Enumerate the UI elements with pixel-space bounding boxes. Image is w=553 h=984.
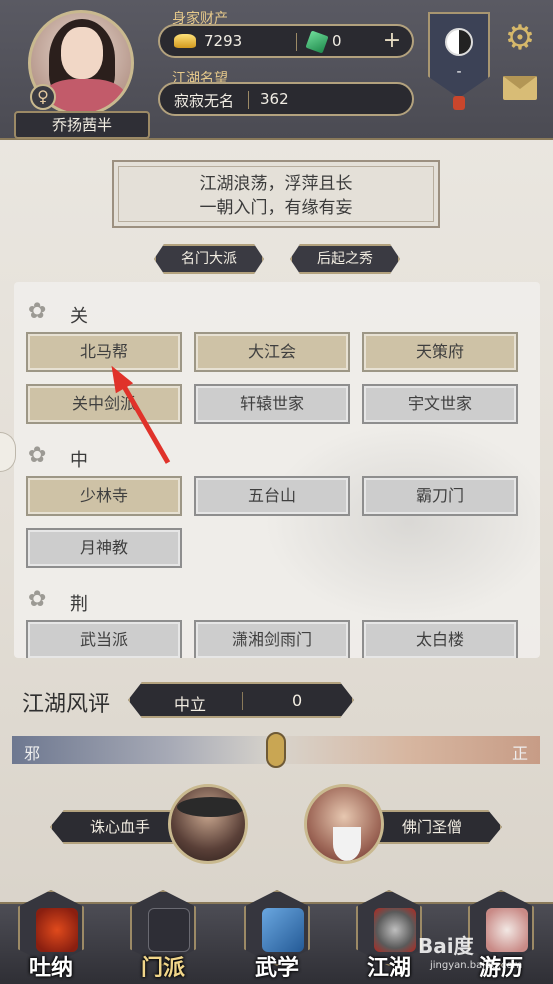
add-currency-button[interactable]: + [382, 30, 402, 52]
yin-yang-icon [445, 28, 473, 56]
nav-item-breathing[interactable]: 吐纳 [14, 890, 88, 984]
nav-label: 门派 [140, 955, 185, 981]
tab-rising-sects[interactable]: 后起之秀 [290, 244, 400, 274]
fame-value: 362 [260, 90, 289, 108]
nav-label: 吐纳 [28, 955, 73, 981]
watermark-url: jingyan.baidu.com [430, 960, 523, 971]
divider [296, 33, 297, 51]
righteous-persona-portrait[interactable] [304, 784, 384, 864]
reputation-marker [266, 732, 286, 768]
motto-box: 江湖浪荡，浮萍且长 一朝入门，有缘有妄 [112, 160, 440, 228]
sect-button[interactable]: 宇文世家 [362, 384, 518, 424]
reputation-title: 江湖风评 [22, 692, 111, 717]
divider [242, 692, 243, 710]
sect-button[interactable]: 北马帮 [26, 332, 182, 372]
watermark-logo: Bai度 [418, 934, 474, 958]
bamboo-hat [177, 797, 245, 817]
sect-button[interactable]: 霸刀门 [362, 476, 518, 516]
sect-button[interactable]: 五台山 [194, 476, 350, 516]
sect-button[interactable]: 天策府 [362, 332, 518, 372]
flower-icon: ✿ [28, 299, 47, 324]
evil-label: 邪 [24, 744, 41, 763]
nav-item-sect[interactable]: 门派 [126, 890, 200, 984]
flower-icon: ✿ [28, 587, 47, 612]
motto-line-1: 江湖浪荡，浮萍且长 [199, 174, 353, 194]
tassel-icon [453, 96, 465, 110]
nav-item-jianghu[interactable]: 江湖 [352, 890, 426, 984]
righteous-label: 正 [512, 744, 529, 763]
meditation-icon [36, 908, 78, 952]
fame-pill: 寂寂无名 362 [158, 82, 414, 116]
sect-button[interactable]: 潇湘剑雨门 [194, 620, 350, 658]
sect-button[interactable]: 关中剑派 [26, 384, 182, 424]
divider [248, 91, 249, 109]
sect-button[interactable]: 大江会 [194, 332, 350, 372]
mail-icon[interactable] [503, 76, 537, 100]
top-bar: ♀ 乔扬茜半 身家财产 7293 0 + 江湖名望 寂寂无名 362 - ⚙ [0, 0, 553, 140]
globe-icon [374, 908, 416, 952]
nav-item-martial-arts[interactable]: 武学 [240, 890, 314, 984]
sect-button[interactable]: 太白楼 [362, 620, 518, 658]
ink-mountain-background [264, 422, 540, 622]
sect-button[interactable]: 轩辕世家 [194, 384, 350, 424]
avatar-face [61, 27, 103, 79]
gear-icon[interactable]: ⚙ [502, 20, 538, 56]
sect-panel: ✿ 关中 北马帮 大江会 天策府 关中剑派 轩辕世家 宇文世家 ✿ 中原 少林寺… [14, 282, 540, 658]
scroll-book-icon [262, 908, 304, 952]
evil-persona-portrait[interactable] [168, 784, 248, 864]
flower-icon: ✿ [28, 443, 47, 468]
jade-icon [305, 30, 329, 54]
alignment-value: - [456, 64, 462, 80]
sect-seal-icon [148, 908, 190, 952]
motto-line-2: 一朝入门，有缘有妄 [199, 198, 353, 218]
wealth-pill: 7293 0 + [158, 24, 414, 58]
sect-button[interactable]: 武当派 [26, 620, 182, 658]
reputation-value: 0 [292, 691, 303, 710]
horse-icon [486, 908, 528, 952]
player-name: 乔扬茜半 [14, 111, 150, 139]
sect-button[interactable]: 月神教 [26, 528, 182, 568]
jade-amount: 0 [332, 32, 342, 50]
reputation-pill: 中立 0 [128, 682, 354, 718]
tab-famous-sects[interactable]: 名门大派 [154, 244, 264, 274]
female-gender-icon: ♀ [30, 84, 56, 110]
nav-label: 江湖 [366, 955, 411, 981]
gold-amount: 7293 [204, 32, 243, 50]
white-beard [333, 827, 361, 861]
gold-ingot-icon [174, 34, 196, 48]
fame-title: 寂寂无名 [174, 92, 235, 110]
sect-button[interactable]: 少林寺 [26, 476, 182, 516]
nav-label: 武学 [254, 955, 299, 981]
reputation-status: 中立 [174, 695, 207, 714]
